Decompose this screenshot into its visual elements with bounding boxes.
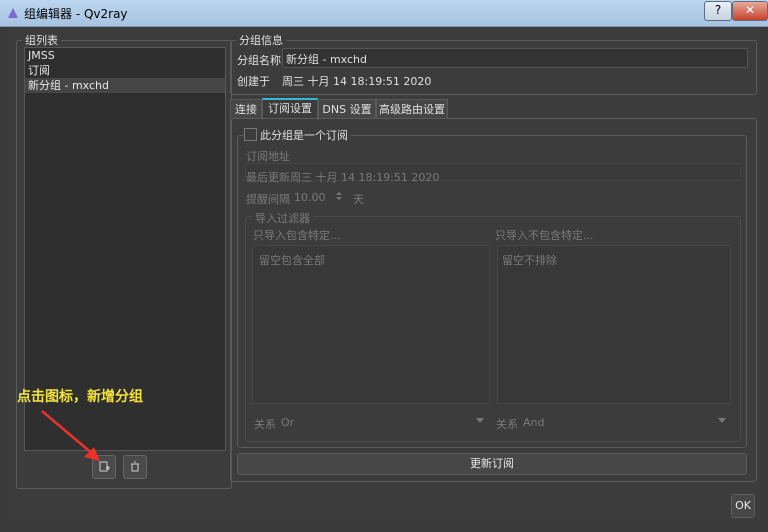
include-textarea[interactable]: 留空包含全部 [252, 245, 490, 404]
exclude-relation-select[interactable]: And [520, 412, 730, 430]
annotation-text: 点击图标，新增分组 [17, 389, 143, 405]
close-button[interactable]: ✕ [732, 1, 768, 21]
subscription-checkbox[interactable] [244, 128, 257, 141]
tab-dns[interactable]: DNS 设置 [318, 99, 376, 119]
help-button[interactable]: ? [704, 1, 732, 21]
group-name-label: 分组名称 [237, 54, 281, 67]
title-bar: 组编辑器 - Qv2ray ? ✕ [0, 0, 768, 27]
delete-group-button[interactable] [123, 455, 147, 479]
window-title: 组编辑器 - Qv2ray [24, 7, 128, 21]
spin-arrows-icon [336, 192, 342, 200]
list-item[interactable]: 订阅 [25, 63, 225, 78]
group-info-title: 分组信息 [236, 32, 286, 48]
update-subscription-button[interactable]: 更新订阅 [237, 453, 747, 475]
tab-connection[interactable]: 连接 [230, 99, 262, 119]
tab-subscription[interactable]: 订阅设置 [262, 98, 318, 120]
chevron-down-icon [718, 418, 726, 423]
last-update-value: 周三 十月 14 18:19:51 2020 [290, 171, 440, 184]
interval-label: 提醒间隔 [246, 193, 290, 206]
last-update-label: 最后更新 [246, 171, 290, 184]
list-item[interactable]: JMSS [25, 48, 225, 63]
chevron-down-icon [476, 418, 484, 423]
created-label: 创建于 [237, 75, 270, 88]
interval-spinbox[interactable]: 10.00 [290, 187, 348, 205]
ok-button[interactable]: OK [731, 494, 755, 518]
app-icon [8, 8, 18, 18]
include-relation-label: 关系 [254, 418, 276, 431]
dialog-body: 组列表 JMSS 订阅 新分组 - mxchd 分组信息 分组名称 新分组 - … [8, 27, 760, 524]
filter-title: 导入过滤器 [252, 210, 313, 226]
annotation-arrow-icon [41, 410, 100, 461]
tab-advanced-routing[interactable]: 高级路由设置 [376, 99, 448, 119]
list-item[interactable]: 新分组 - mxchd [25, 78, 225, 93]
include-relation-select[interactable]: Or [278, 412, 488, 430]
exclude-textarea[interactable]: 留空不排除 [497, 245, 731, 404]
subscription-checkbox-label: 此分组是一个订阅 [257, 127, 351, 143]
subscription-url-label: 订阅地址 [246, 150, 290, 163]
trash-icon [131, 461, 139, 472]
group-name-input[interactable]: 新分组 - mxchd [282, 48, 748, 68]
created-value: 周三 十月 14 18:19:51 2020 [282, 75, 432, 88]
interval-unit: 天 [353, 193, 364, 206]
include-label: 只导入包含特定... [253, 229, 341, 242]
exclude-label: 只导入不包含特定... [495, 229, 594, 242]
group-list-title: 组列表 [22, 32, 61, 48]
exclude-relation-label: 关系 [496, 418, 518, 431]
